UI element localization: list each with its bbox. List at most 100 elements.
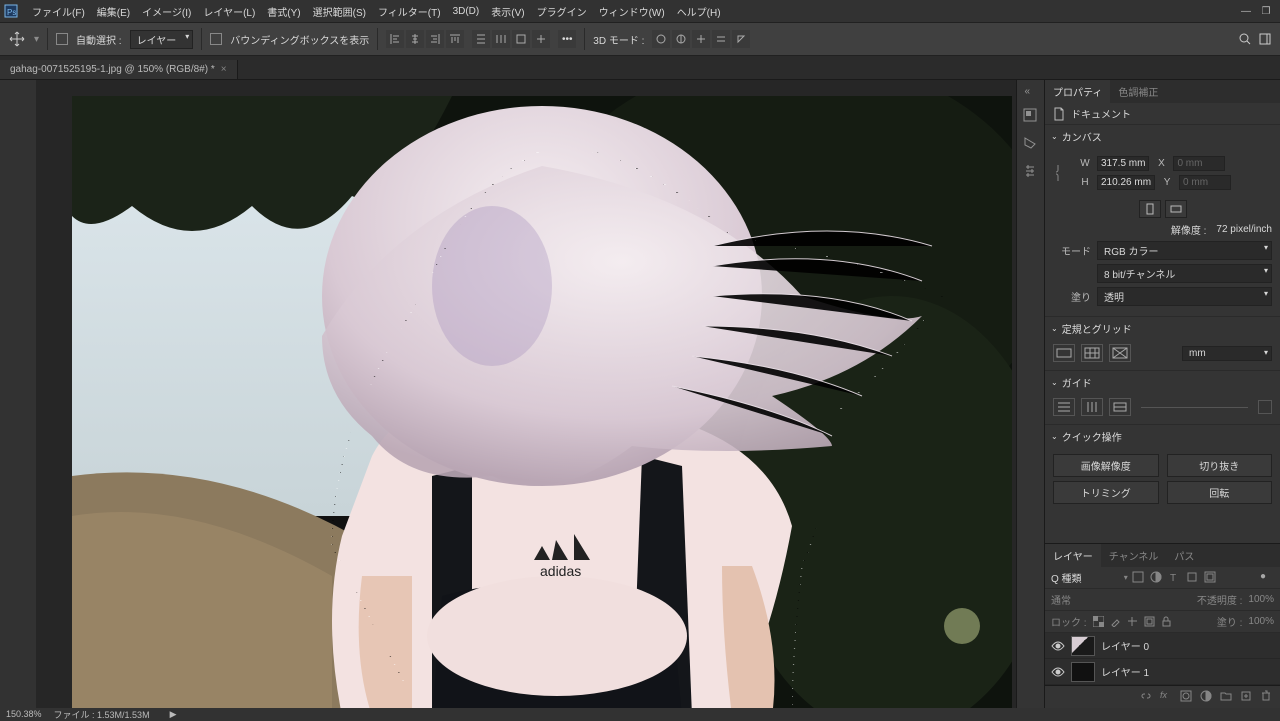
fill-opacity-value[interactable]: 100% [1248,616,1274,627]
blend-mode-select[interactable]: 通常 [1051,592,1071,607]
paths-tab[interactable]: パス [1166,544,1202,567]
ruler-toggle-button[interactable] [1053,344,1075,362]
auto-select-checkbox[interactable] [56,33,68,45]
workspace-icon[interactable] [1258,32,1272,46]
status-more-icon[interactable]: ▶ [170,709,177,720]
search-icon[interactable] [1238,32,1252,46]
lock-pos-icon[interactable] [1127,616,1138,627]
channels-tab[interactable]: チャンネル [1101,544,1167,567]
lock-paint-icon[interactable] [1110,616,1121,627]
lock-trans-icon[interactable] [1093,616,1104,627]
3d-zoom-icon[interactable] [732,30,750,48]
menu-plugin[interactable]: プラグイン [531,4,593,19]
strip-expand-icon[interactable]: « [1025,86,1037,97]
menu-select[interactable]: 選択範囲(S) [307,4,372,19]
lock-nest-icon[interactable] [1144,616,1155,627]
show-bbox-checkbox[interactable] [210,33,222,45]
menu-file[interactable]: ファイル(F) [26,4,91,19]
link-layers-icon[interactable] [1140,690,1154,704]
canvas-x-input[interactable]: 0 mm [1173,156,1225,171]
layer-name[interactable]: レイヤー 0 [1101,638,1149,653]
menu-view[interactable]: 表示(V) [485,4,530,19]
menu-help[interactable]: ヘルプ(H) [671,4,727,19]
file-size[interactable]: ファイル : 1.53M/1.53M [54,708,150,721]
guide-section-header[interactable]: ⌄ガイド [1045,371,1280,394]
align-hcenter-icon[interactable] [406,30,424,48]
zoom-level[interactable]: 150.38% [6,709,42,719]
distribute-2-icon[interactable] [492,30,510,48]
document-canvas[interactable]: adidas [72,96,1012,708]
visibility-toggle-icon[interactable] [1051,641,1065,651]
orient-portrait-button[interactable] [1139,200,1161,218]
distribute-4-icon[interactable] [532,30,550,48]
layer-row[interactable]: レイヤー 0 [1045,633,1280,659]
menu-window[interactable]: ウィンドウ(W) [593,4,671,19]
guide-lock-button[interactable] [1109,398,1131,416]
layer-row[interactable]: レイヤー 1 [1045,659,1280,685]
canvas-y-input[interactable]: 0 mm [1179,175,1231,190]
close-tab-icon[interactable]: × [221,64,227,75]
layer-filter-kind[interactable]: Q 種類 [1051,570,1082,585]
guide-h-button[interactable] [1053,398,1075,416]
filter-smart-icon[interactable] [1204,571,1218,585]
filter-toggle-icon[interactable]: ● [1260,571,1274,585]
3d-pan-icon[interactable] [692,30,710,48]
delete-layer-icon[interactable] [1260,690,1274,704]
menu-type[interactable]: 書式(Y) [261,4,306,19]
more-align-icon[interactable]: ••• [558,30,576,48]
canvas-height-input[interactable]: 210.26 mm [1097,175,1155,190]
menu-filter[interactable]: フィルター(T) [372,4,447,19]
lock-all-icon[interactable] [1161,616,1172,627]
bit-depth-select[interactable]: 8 bit/チャンネル [1097,264,1272,283]
color-mode-select[interactable]: RGB カラー [1097,241,1272,260]
menu-layer[interactable]: レイヤー(L) [197,4,261,19]
3d-roll-icon[interactable] [672,30,690,48]
new-group-icon[interactable] [1220,690,1234,704]
grid-toggle-button[interactable] [1081,344,1103,362]
guide-color-icon[interactable] [1258,400,1272,414]
filter-pixel-icon[interactable] [1132,571,1146,585]
align-right-icon[interactable] [426,30,444,48]
layer-name[interactable]: レイヤー 1 [1101,664,1149,679]
link-wh-icon[interactable] [1053,163,1073,183]
3d-slide-icon[interactable] [712,30,730,48]
align-left-icon[interactable] [386,30,404,48]
menu-image[interactable]: イメージ(I) [136,4,197,19]
mask-icon[interactable] [1180,690,1194,704]
adjustment-layer-icon[interactable] [1200,690,1214,704]
crop-button[interactable]: 切り抜き [1167,454,1273,477]
move-tool-icon[interactable] [8,30,26,48]
canvas-width-input[interactable]: 317.5 mm [1097,156,1149,171]
canvas-area[interactable]: adidas [36,80,1016,708]
align-top-icon[interactable] [446,30,464,48]
distribute-1-icon[interactable] [472,30,490,48]
ruler-section-header[interactable]: ⌄定規とグリッド [1045,317,1280,340]
menu-3d[interactable]: 3D(D) [447,6,486,17]
fx-icon[interactable]: fx [1160,690,1174,704]
swatches-panel-icon[interactable] [1022,135,1040,153]
auto-select-target-select[interactable]: レイヤー [130,30,194,49]
document-tab[interactable]: gahag-0071525195-1.jpg @ 150% (RGB/8#) *… [0,60,238,79]
filter-type-icon[interactable]: T [1168,571,1182,585]
filter-shape-icon[interactable] [1186,571,1200,585]
adjustments-tab[interactable]: 色調補正 [1110,80,1166,103]
orient-landscape-button[interactable] [1165,200,1187,218]
quick-section-header[interactable]: ⌄クイック操作 [1045,425,1280,448]
distribute-3-icon[interactable] [512,30,530,48]
layers-tab[interactable]: レイヤー [1045,544,1101,567]
pixel-grid-button[interactable] [1109,344,1131,362]
properties-tab[interactable]: プロパティ [1045,80,1110,103]
rotate-button[interactable]: 回転 [1167,481,1273,504]
trim-button[interactable]: トリミング [1053,481,1159,504]
visibility-toggle-icon[interactable] [1051,667,1065,677]
adjustments-panel-icon[interactable] [1022,163,1040,181]
ruler-unit-select[interactable]: mm [1182,346,1272,361]
opacity-value[interactable]: 100% [1248,594,1274,605]
image-size-button[interactable]: 画像解像度 [1053,454,1159,477]
filter-adjust-icon[interactable] [1150,571,1164,585]
3d-orbit-icon[interactable] [652,30,670,48]
color-panel-icon[interactable] [1022,107,1040,125]
new-layer-icon[interactable] [1240,690,1254,704]
fill-select[interactable]: 透明 [1097,287,1272,306]
window-restore-button[interactable]: ❐ [1256,6,1276,17]
